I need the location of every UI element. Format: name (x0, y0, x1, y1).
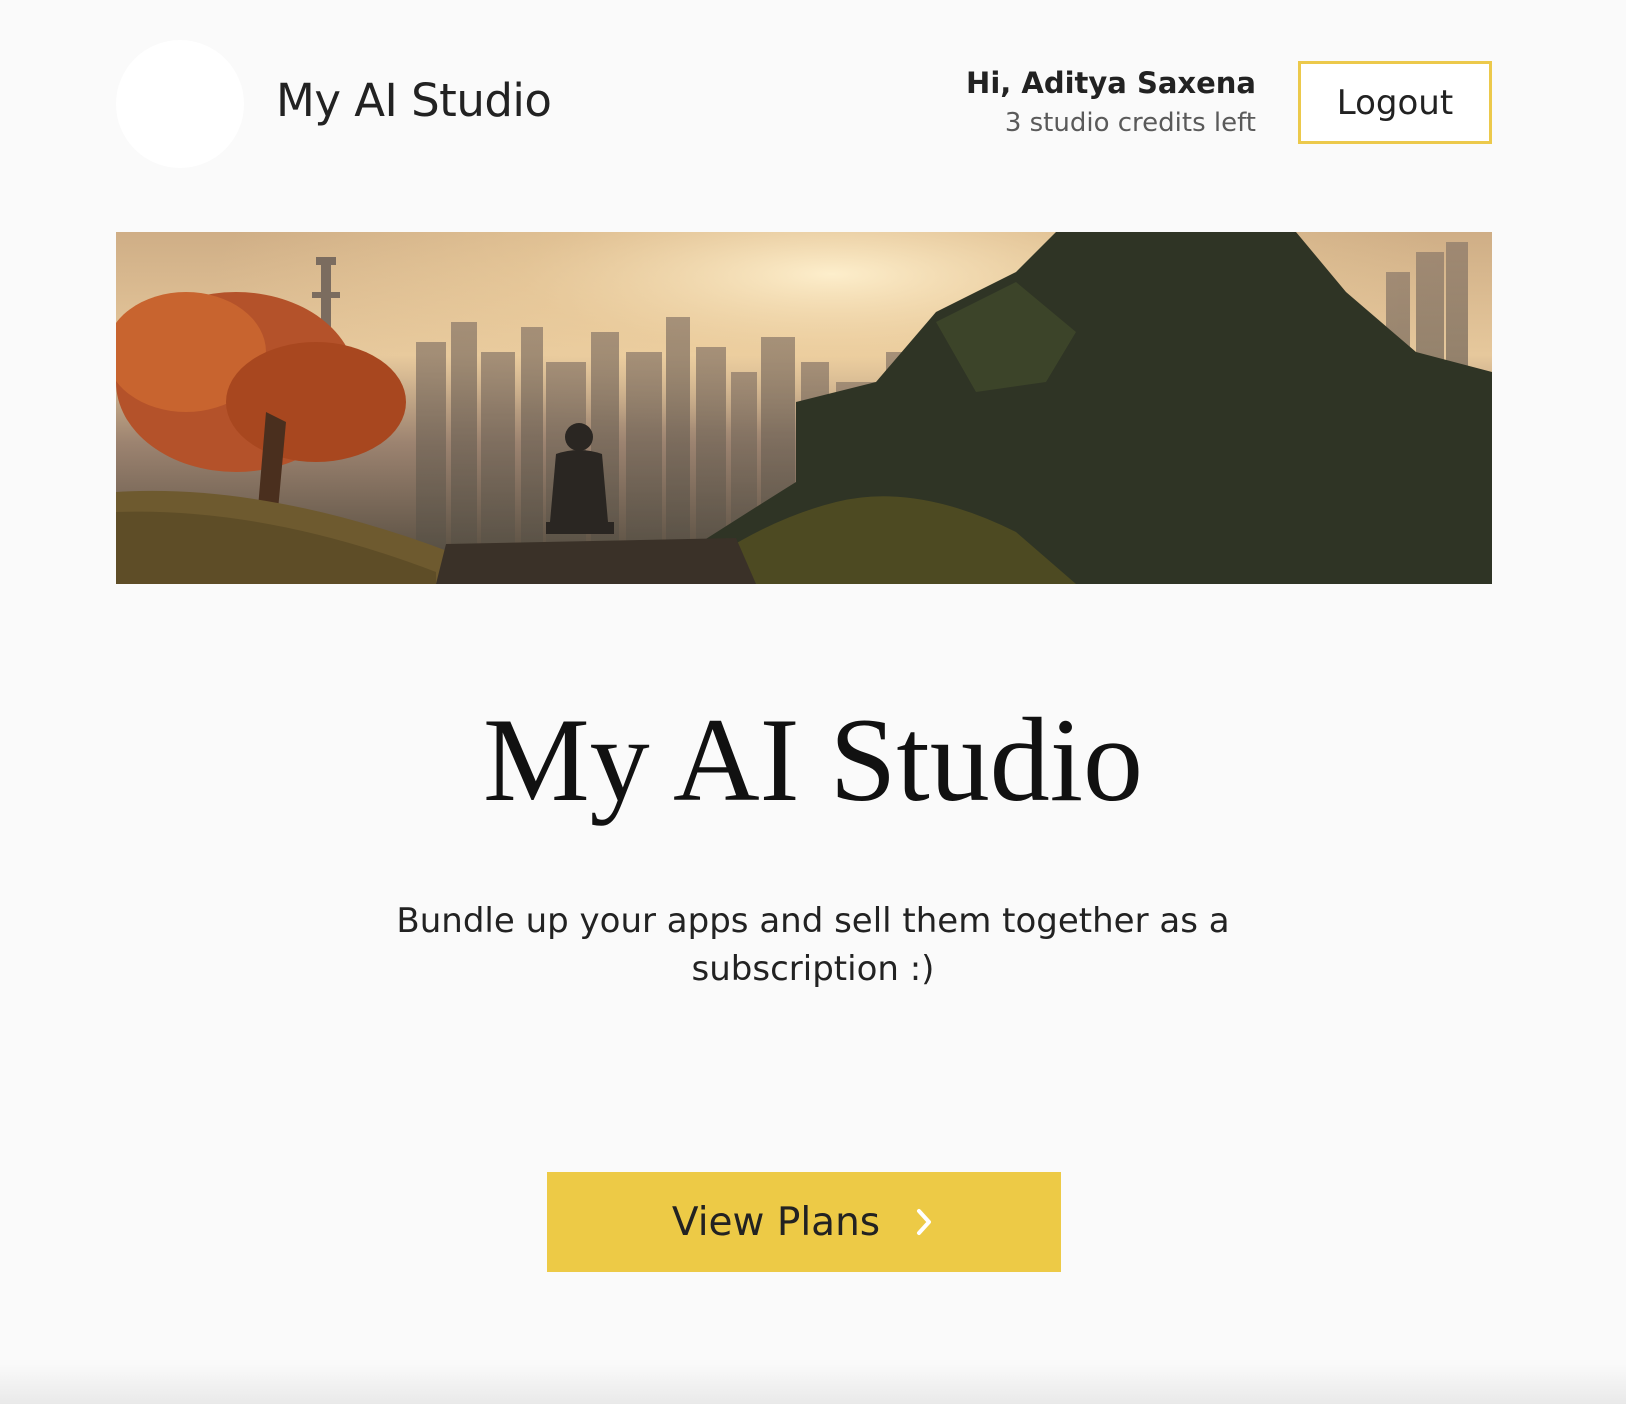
header: My AI Studio Hi, Aditya Saxena 3 studio … (116, 40, 1492, 168)
bottom-fade (0, 1364, 1626, 1404)
logout-button[interactable]: Logout (1298, 61, 1492, 144)
brand-title: My AI Studio (276, 74, 552, 127)
view-plans-button[interactable]: View Plans (547, 1172, 1061, 1272)
page: My AI Studio Hi, Aditya Saxena 3 studio … (0, 0, 1626, 1404)
page-title: My AI Studio (482, 693, 1144, 826)
hero-banner-image (116, 232, 1492, 584)
avatar[interactable] (116, 40, 244, 168)
page-subtitle: Bundle up your apps and sell them togeth… (396, 901, 1230, 989)
user-greeting: Hi, Aditya Saxena (966, 66, 1256, 100)
hero-illustration (116, 232, 1492, 584)
credits-remaining: 3 studio credits left (1004, 108, 1256, 138)
view-plans-label: View Plans (671, 1199, 881, 1245)
user-info: Hi, Aditya Saxena 3 studio credits left (966, 63, 1256, 143)
chevron-right-icon (917, 1209, 932, 1235)
